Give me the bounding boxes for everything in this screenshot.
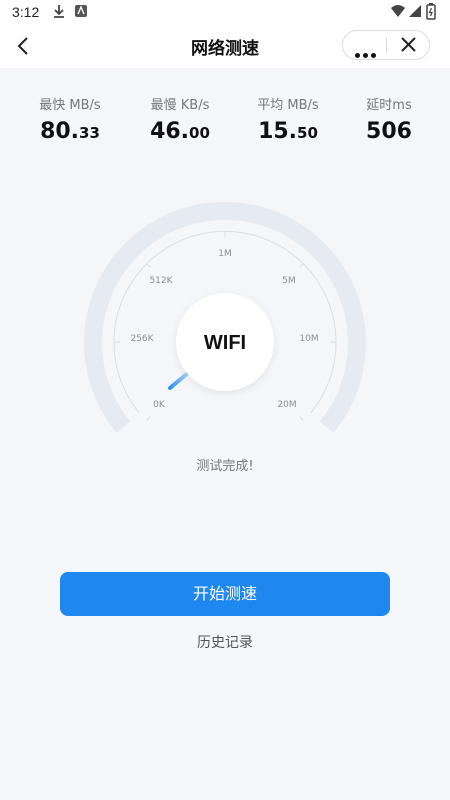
wifi-signal-icon bbox=[391, 5, 405, 17]
gauge-tick-label: 512K bbox=[149, 276, 173, 286]
stat-label: 延时ms bbox=[366, 98, 412, 113]
stat-value: 80.33 bbox=[15, 119, 125, 144]
gauge-tick-label: 5M bbox=[282, 276, 296, 286]
stat-value-int: 80. bbox=[40, 119, 80, 144]
stat-value-dec: 50 bbox=[297, 124, 318, 142]
stat-value: 46.00 bbox=[125, 119, 235, 144]
history-link[interactable]: 历史记录 bbox=[0, 632, 450, 652]
stat-value-int: 506 bbox=[366, 119, 412, 144]
stat-label: 平均 MB/s bbox=[257, 98, 319, 113]
stat-value: 506 bbox=[334, 119, 444, 144]
gauge-tick-mark bbox=[298, 415, 304, 421]
stat-value-int: 46. bbox=[150, 119, 190, 144]
download-icon bbox=[54, 5, 64, 18]
mini-program-capsule bbox=[342, 30, 430, 60]
start-test-button[interactable]: 开始测速 bbox=[60, 572, 390, 616]
stat-latency: 延时ms 506 bbox=[334, 94, 444, 144]
gauge-tick-mark bbox=[146, 415, 152, 421]
cell-signal-icon bbox=[409, 5, 421, 17]
stat-value: 15.50 bbox=[233, 119, 343, 144]
stat-label: 最快 MB/s bbox=[39, 98, 101, 113]
battery-icon bbox=[426, 3, 436, 20]
gauge-tick-label: 0K bbox=[153, 400, 166, 410]
gauge-tick-label: 20M bbox=[277, 400, 296, 410]
network-type-label: WIFI bbox=[204, 332, 246, 354]
test-status-text: 测试完成! bbox=[196, 459, 254, 474]
nav-bar: 网络测速 bbox=[0, 24, 450, 68]
close-button[interactable] bbox=[387, 31, 430, 59]
gauge-tick-label: 10M bbox=[299, 334, 318, 344]
gauge-tick-mark bbox=[146, 263, 152, 269]
speed-stats: 最快 MB/s 80.33 最慢 KB/s 46.00 平均 MB/s 15.5… bbox=[0, 94, 450, 154]
stat-average: 平均 MB/s 15.50 bbox=[233, 94, 343, 144]
status-bar: 3:12 bbox=[0, 0, 450, 24]
gauge-tick-label: 256K bbox=[130, 334, 154, 344]
stat-fastest: 最快 MB/s 80.33 bbox=[15, 94, 125, 144]
stat-label: 最慢 KB/s bbox=[150, 98, 210, 113]
speed-gauge: WIFI 0K 256K 512K 1M 5M 10M 20M bbox=[84, 201, 366, 433]
gauge-tick-label: 1M bbox=[218, 249, 232, 259]
stat-value-int: 15. bbox=[258, 119, 298, 144]
more-button[interactable] bbox=[343, 31, 386, 59]
close-icon bbox=[401, 37, 416, 52]
gauge-needle bbox=[168, 371, 190, 390]
app-notification-icon bbox=[75, 5, 87, 17]
status-time: 3:12 bbox=[12, 4, 40, 20]
more-dots-icon bbox=[355, 43, 379, 62]
stat-slowest: 最慢 KB/s 46.00 bbox=[125, 94, 235, 144]
gauge-tick-mark bbox=[298, 263, 304, 269]
stat-value-dec: 00 bbox=[189, 124, 210, 142]
stat-value-dec: 33 bbox=[79, 124, 100, 142]
